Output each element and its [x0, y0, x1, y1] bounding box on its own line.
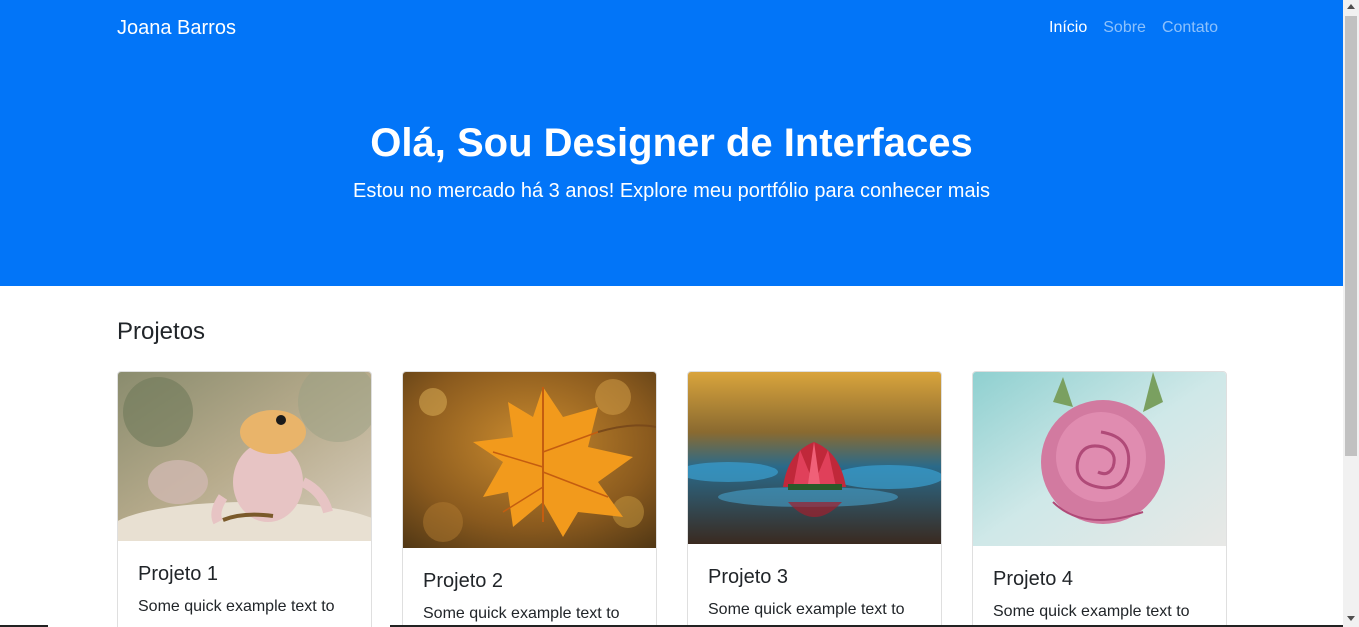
hero-subtitle: Estou no mercado há 3 anos! Explore meu … [352, 180, 991, 202]
projects-heading: Projetos [117, 318, 206, 345]
hero-header: Joana Barros Início Sobre Contato Olá, S… [0, 0, 1343, 286]
nav-link-inicio[interactable]: Início [1049, 19, 1087, 37]
navbar-brand[interactable]: Joana Barros [117, 17, 236, 40]
project-card[interactable]: Projeto 4 Some quick example text to [972, 371, 1227, 627]
project-title: Projeto 3 [708, 566, 789, 588]
project-card[interactable]: Projeto 3 Some quick example text to [687, 371, 942, 627]
project-card[interactable]: Projeto 1 Some quick example text to [117, 371, 372, 627]
project-card[interactable]: Projeto 2 Some quick example text to [402, 371, 657, 627]
nav-link-sobre[interactable]: Sobre [1103, 19, 1146, 37]
autumn-leaf-image [403, 372, 656, 548]
project-text: Some quick example text to [708, 601, 905, 618]
water-lily-image [688, 372, 941, 544]
project-title: Projeto 4 [993, 568, 1074, 590]
project-text: Some quick example text to [993, 603, 1190, 620]
pink-rose-image [973, 372, 1226, 546]
scroll-up-arrow-icon[interactable] [1347, 4, 1355, 9]
project-text: Some quick example text to [423, 605, 620, 622]
project-text: Some quick example text to [138, 598, 335, 615]
hero-title: Olá, Sou Designer de Interfaces [370, 121, 973, 165]
vertical-scrollbar[interactable] [1343, 0, 1359, 627]
gecko-image [118, 372, 371, 541]
scrollbar-thumb[interactable] [1345, 16, 1357, 456]
scroll-down-arrow-icon[interactable] [1347, 616, 1355, 621]
project-title: Projeto 1 [138, 563, 219, 585]
nav-link-contato[interactable]: Contato [1162, 19, 1218, 37]
page: Joana Barros Início Sobre Contato Olá, S… [0, 0, 1343, 627]
project-title: Projeto 2 [423, 570, 504, 592]
navbar-links: Início Sobre Contato [1049, 19, 1218, 37]
